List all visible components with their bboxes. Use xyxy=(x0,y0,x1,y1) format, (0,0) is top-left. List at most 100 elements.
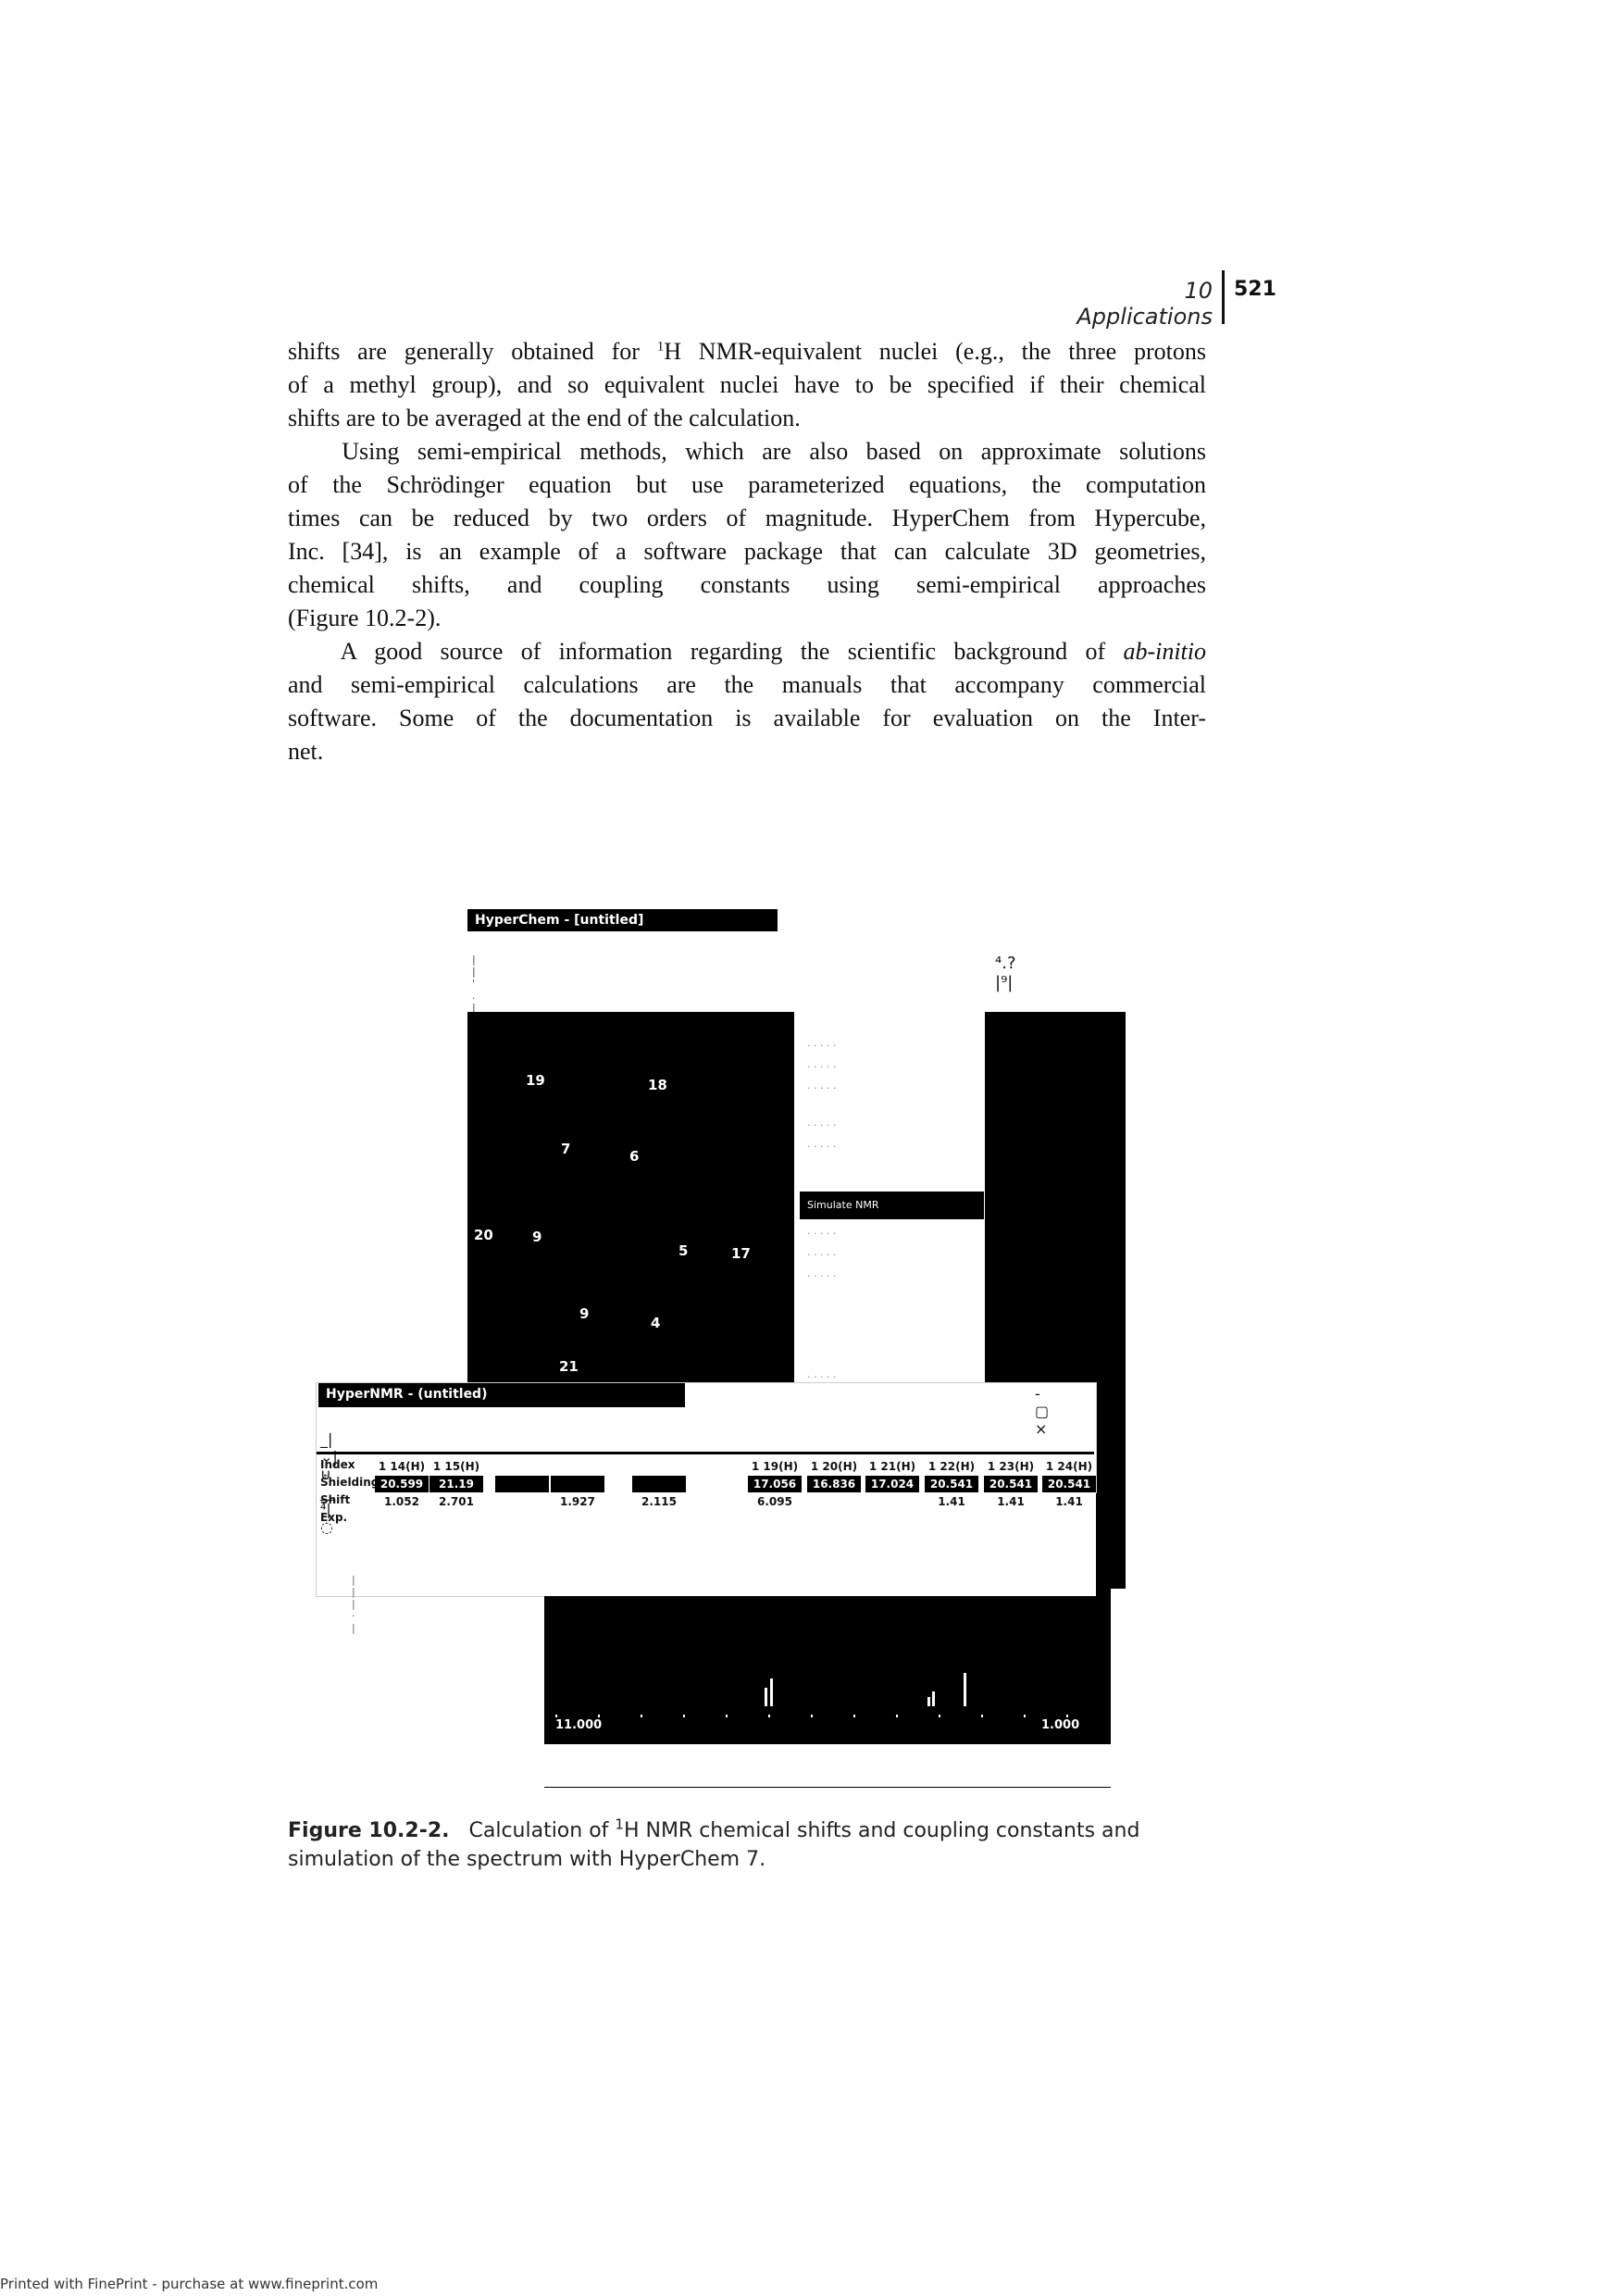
atom-label[interactable]: 21 xyxy=(559,1358,579,1375)
table-cell[interactable]: 1 21(H) xyxy=(865,1458,919,1475)
table-cell[interactable] xyxy=(495,1511,549,1528)
table-cell[interactable] xyxy=(495,1458,549,1475)
table-cell[interactable]: 1 14(H) xyxy=(375,1458,429,1475)
row-label: Shift xyxy=(320,1493,351,1506)
table-cell[interactable] xyxy=(865,1493,919,1510)
text-line: (Figure 10.2-2). xyxy=(288,605,442,631)
table-cell[interactable]: 1.41 xyxy=(1042,1493,1096,1510)
table-cell[interactable]: 1 22(H) xyxy=(925,1458,978,1475)
table-cell[interactable]: 20.599 xyxy=(375,1476,429,1492)
table-cell[interactable] xyxy=(1042,1511,1096,1528)
table-cell[interactable]: 20.541 xyxy=(925,1476,978,1492)
text-line: shifts are to be averaged at the end of … xyxy=(288,405,801,431)
table-cell[interactable]: 2.701 xyxy=(429,1493,483,1510)
figure-bottom-rule xyxy=(544,1787,1111,1788)
text-line: Inc. [34], is an example of a software p… xyxy=(288,538,1206,565)
caption-text: Calculation of xyxy=(468,1819,616,1842)
window-controls[interactable]: - ▢ × xyxy=(1035,1385,1049,1438)
axis-tick xyxy=(726,1715,728,1717)
table-cell[interactable]: 21.19 xyxy=(429,1476,483,1492)
menu-item[interactable]: · · · · · xyxy=(800,1036,984,1056)
atom-label[interactable]: 6 xyxy=(629,1148,639,1165)
page-number: 521 xyxy=(1234,278,1276,301)
running-title: 10 Applications xyxy=(1077,278,1213,330)
table-cell[interactable]: 20.541 xyxy=(1042,1476,1096,1492)
axis-label-right: 1.000 xyxy=(1041,1718,1080,1732)
atom-label[interactable]: 19 xyxy=(526,1072,545,1089)
table-cell[interactable] xyxy=(807,1493,861,1510)
table-cell[interactable]: 1 20(H) xyxy=(807,1458,861,1475)
table-cell[interactable] xyxy=(375,1511,429,1528)
spectrum-peak xyxy=(964,1673,966,1706)
atom-label[interactable]: 18 xyxy=(648,1077,667,1093)
table-cell[interactable] xyxy=(551,1476,604,1492)
row-label: Shielding xyxy=(320,1476,380,1489)
table-cell[interactable]: 1.927 xyxy=(551,1493,604,1510)
table-cell[interactable]: 1.41 xyxy=(984,1493,1038,1510)
spectrum-plot[interactable] xyxy=(544,1596,1111,1744)
menu-item[interactable]: · · · · · xyxy=(800,1245,984,1266)
figure-caption: Figure 10.2-2. Calculation of 1H NMR che… xyxy=(288,1816,1214,1874)
table-cell[interactable]: 17.056 xyxy=(748,1476,802,1492)
table-cell[interactable]: 1 23(H) xyxy=(984,1458,1038,1475)
italic-term: ab-initio xyxy=(1123,638,1206,665)
table-cell[interactable]: 6.095 xyxy=(748,1493,802,1510)
menu-item[interactable]: · · · · · xyxy=(800,1079,984,1099)
text-segment: shifts are generally obtained for xyxy=(288,338,657,365)
table-cell[interactable]: 1 24(H) xyxy=(1042,1458,1096,1475)
menu-item[interactable]: · · · · · xyxy=(800,1057,984,1078)
table-row-index: Index 1 14(H) 1 15(H) 1 19(H) 1 20(H) 1 21(H)… xyxy=(317,1458,1094,1475)
atom-label[interactable]: 4 xyxy=(651,1315,660,1331)
table-cell[interactable] xyxy=(632,1458,686,1475)
table-row-shielding: Shielding 20.599 21.19 17.056 16.836 17.024 20… xyxy=(317,1476,1096,1492)
table-cell[interactable]: 1 15(H) xyxy=(429,1458,483,1475)
menu-item-simulate-nmr[interactable]: Simulate NMR xyxy=(800,1192,984,1219)
table-cell[interactable]: 17.024 xyxy=(865,1476,919,1492)
table-cell[interactable]: 1.41 xyxy=(925,1493,978,1510)
table-cell[interactable] xyxy=(807,1511,861,1528)
table-cell[interactable] xyxy=(984,1511,1038,1528)
table-cell[interactable] xyxy=(632,1511,686,1528)
toolbar-help-icons[interactable]: ⁴.?|⁹| xyxy=(995,954,1016,992)
axis-tick xyxy=(1024,1715,1026,1717)
table-cell[interactable] xyxy=(495,1493,549,1510)
text-line: of the Schrödinger equation but use para… xyxy=(288,471,1206,498)
text-line: of a methyl group), and so equivalent nu… xyxy=(288,371,1206,398)
table-cell[interactable]: 1.052 xyxy=(375,1493,429,1510)
spectrum-peak xyxy=(770,1678,773,1706)
axis-tick xyxy=(896,1715,898,1717)
table-cell[interactable] xyxy=(429,1511,483,1528)
table-cell[interactable] xyxy=(632,1476,686,1492)
table-cell[interactable]: 1 19(H) xyxy=(748,1458,802,1475)
table-cell[interactable] xyxy=(925,1511,978,1528)
atom-label[interactable]: 5 xyxy=(678,1242,688,1259)
table-cell[interactable]: 2.115 xyxy=(632,1493,686,1510)
axis-tick xyxy=(555,1715,557,1717)
hyperchem-title-bar[interactable]: HyperChem - [untitled] xyxy=(467,909,778,931)
spectrum-peak xyxy=(927,1697,930,1706)
axis-tick xyxy=(981,1715,983,1717)
caption-label: Figure 10.2-2. xyxy=(288,1819,450,1842)
menu-item[interactable]: · · · · · xyxy=(800,1137,984,1157)
axis-tick xyxy=(811,1715,813,1717)
menu-item[interactable]: · · · · · xyxy=(800,1116,984,1136)
atom-label[interactable]: 9 xyxy=(532,1229,541,1245)
table-cell[interactable] xyxy=(748,1511,802,1528)
menu-item[interactable]: · · · · · xyxy=(800,1267,984,1287)
table-row-shift: Shift 1.052 2.701 1.927 2.115 6.095 1.41 1.41 1.… xyxy=(317,1493,1094,1510)
axis-tick xyxy=(598,1715,600,1717)
table-cell[interactable]: 16.836 xyxy=(807,1476,861,1492)
text-segment: H NMR-equivalent nuclei (e.g., the three… xyxy=(664,338,1206,365)
table-cell[interactable] xyxy=(551,1511,604,1528)
table-cell[interactable] xyxy=(865,1511,919,1528)
table-cell[interactable] xyxy=(495,1476,549,1492)
atom-label[interactable]: 7 xyxy=(561,1141,570,1157)
atom-label[interactable]: 20 xyxy=(474,1227,493,1243)
atom-label[interactable]: 9 xyxy=(579,1305,589,1322)
hypernmr-title-bar[interactable]: HyperNMR - (untitled) xyxy=(318,1383,685,1407)
atom-label[interactable]: 17 xyxy=(731,1245,751,1262)
table-cell[interactable] xyxy=(551,1458,604,1475)
table-cell[interactable]: 20.541 xyxy=(984,1476,1038,1492)
menu-item[interactable]: · · · · · xyxy=(800,1224,984,1244)
text-line: Using semi-empirical methods, which are … xyxy=(288,438,1206,465)
